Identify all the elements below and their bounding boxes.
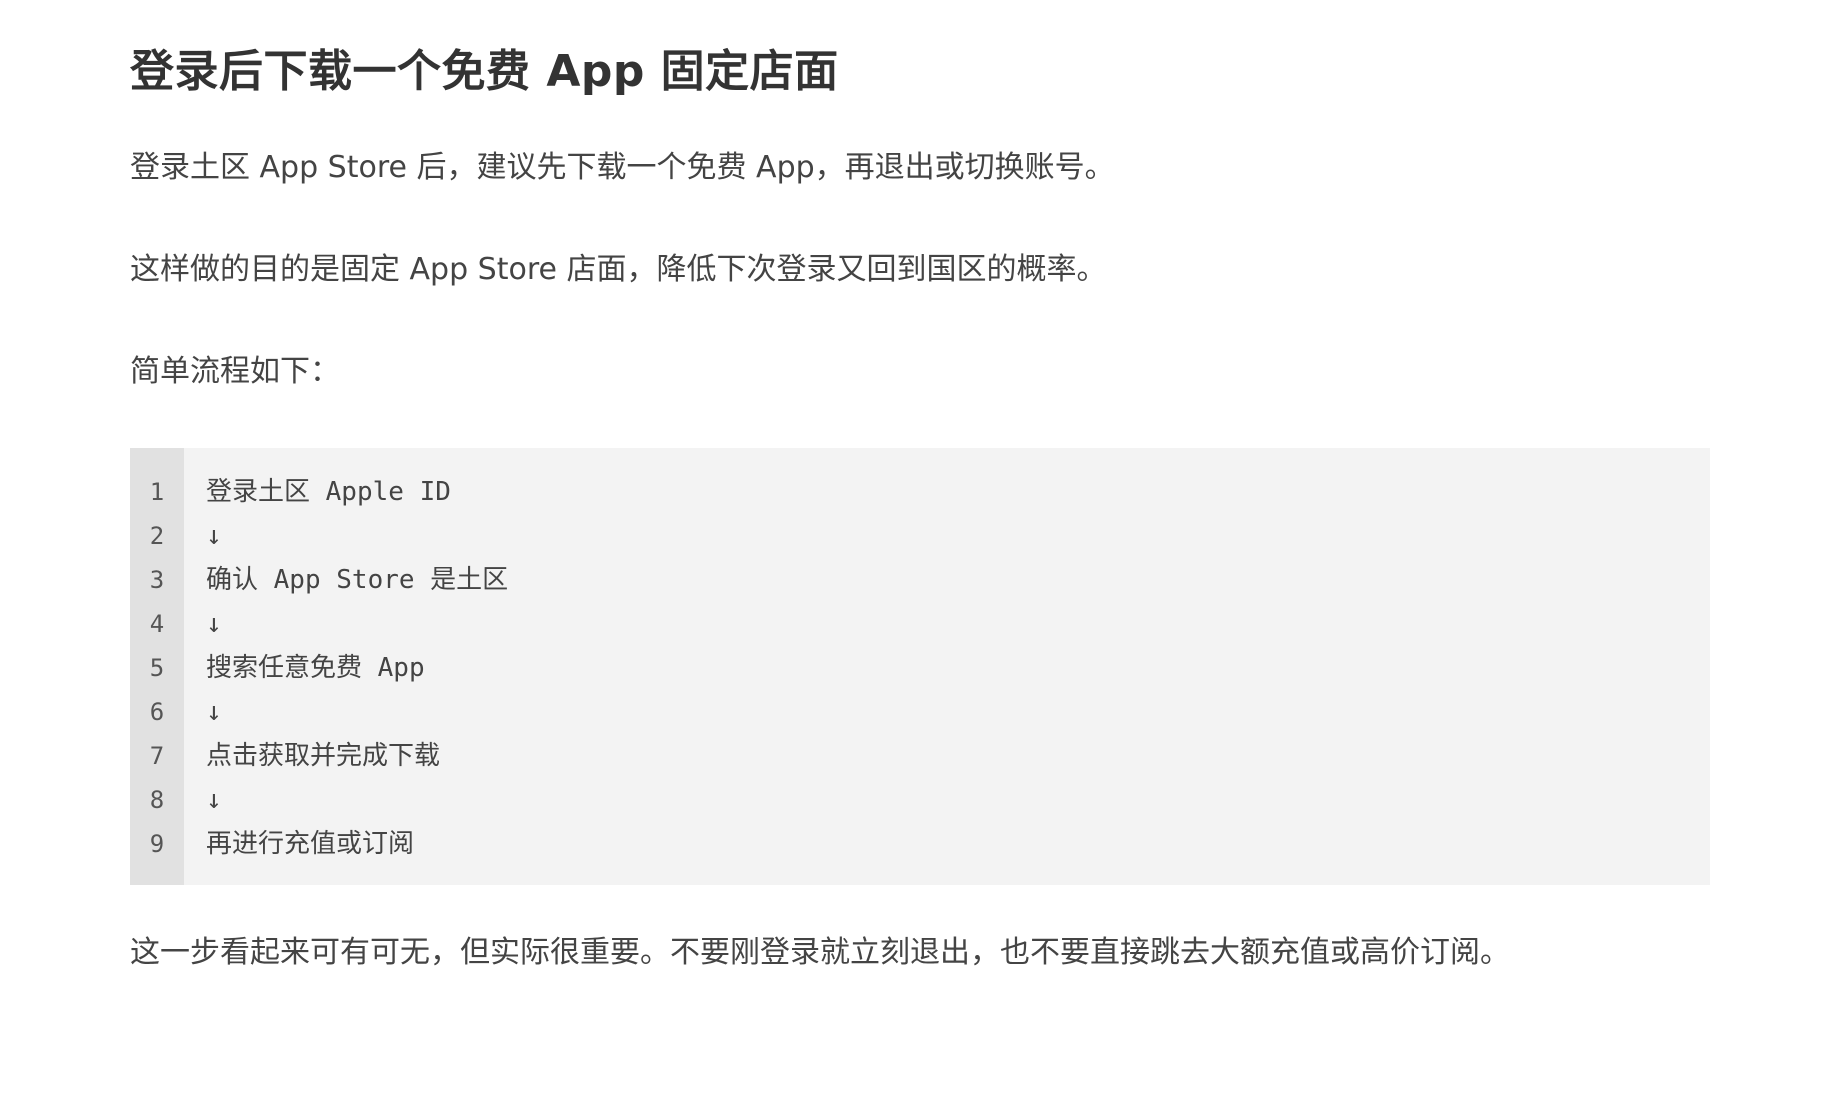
code-lines: 登录土区 Apple ID ↓ 确认 App Store 是土区 ↓ 搜索任意免… (184, 448, 1710, 885)
line-number: 2 (149, 522, 165, 550)
line-number: 3 (149, 566, 165, 594)
line-number: 8 (149, 786, 165, 814)
code-line-search-app: 搜索任意免费 App (206, 653, 425, 683)
article: 登录后下载一个免费 App 固定店面 登录土区 App Store 后，建议先下… (130, 40, 1710, 975)
code-line-download: 点击获取并完成下载 (206, 741, 441, 771)
code-line-arrow: ↓ (206, 697, 222, 727)
page-title: 登录后下载一个免费 App 固定店面 (130, 46, 839, 97)
code-block: 1 2 3 4 5 6 7 8 9 登录土区 Apple ID ↓ 确认 App… (130, 448, 1710, 885)
code-line-arrow: ↓ (206, 609, 222, 639)
code-line-arrow: ↓ (206, 785, 222, 815)
line-number: 5 (149, 654, 165, 682)
line-number: 1 (149, 478, 165, 506)
line-number: 6 (149, 698, 165, 726)
code-line-confirm-store: 确认 App Store 是土区 (206, 565, 509, 595)
code-line-login: 登录土区 Apple ID (206, 477, 451, 507)
line-number: 4 (149, 610, 165, 638)
line-number-gutter: 1 2 3 4 5 6 7 8 9 (130, 448, 184, 885)
line-number: 7 (149, 742, 165, 770)
line-number: 9 (149, 830, 165, 858)
code-line-recharge: 再进行充值或订阅 (206, 829, 415, 859)
paragraph-purpose: 这样做的目的是固定 App Store 店面，降低下次登录又回到国区的概率。 (130, 252, 1107, 287)
paragraph-flow-heading: 简单流程如下： (130, 354, 340, 389)
code-line-arrow: ↓ (206, 521, 222, 551)
paragraph-intro: 登录土区 App Store 后，建议先下载一个免费 App，再退出或切换账号。 (130, 150, 1115, 185)
paragraph-closing: 这一步看起来可有可无，但实际很重要。不要刚登录就立刻退出，也不要直接跳去大额充值… (130, 935, 1510, 970)
